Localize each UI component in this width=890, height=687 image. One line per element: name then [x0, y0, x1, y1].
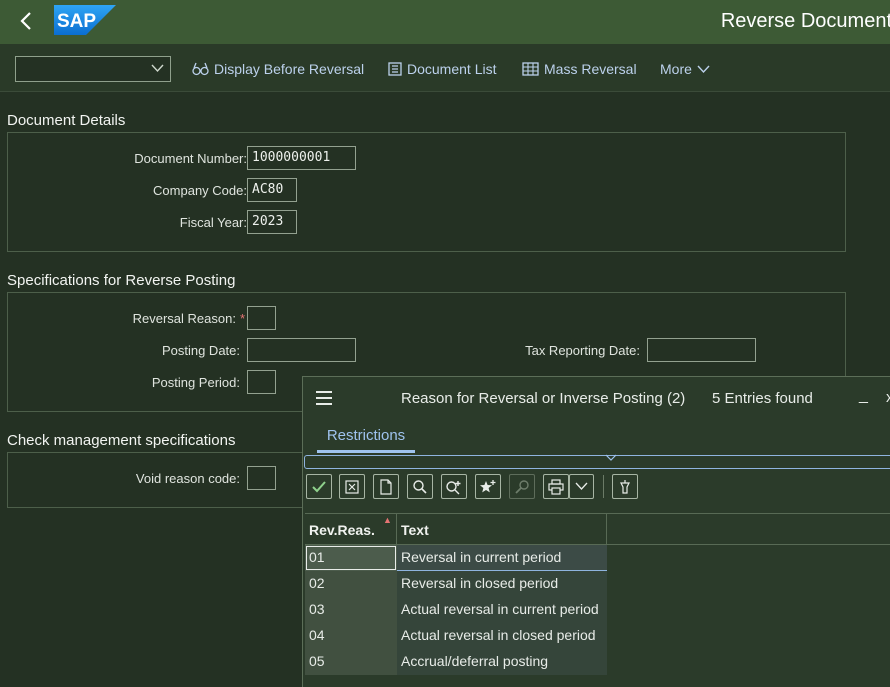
reversal-reason-label: Reversal Reason: * — [132, 311, 245, 326]
print-menu-button[interactable] — [569, 474, 594, 499]
mass-reversal-label: Mass Reversal — [544, 61, 637, 77]
favorites-button[interactable] — [475, 474, 501, 499]
row-code: 04 — [305, 623, 397, 649]
posting-date-field[interactable] — [247, 338, 356, 362]
dialog-title: Reason for Reversal or Inverse Posting (… — [401, 390, 686, 407]
back-arrow-icon — [20, 12, 31, 30]
row-text: Accrual/deferral posting — [397, 649, 607, 675]
filter-button[interactable] — [612, 474, 638, 499]
shell-bar: SAP Reverse Document — [0, 0, 890, 44]
fiscal-year-field[interactable]: 2023 — [247, 210, 297, 234]
void-reason-label: Void reason code: — [135, 471, 240, 486]
application-toolbar: Display Before Reversal Document List Ma… — [0, 44, 890, 92]
print-button[interactable] — [543, 474, 569, 499]
table-row[interactable]: 04 Actual reversal in closed period — [305, 623, 607, 649]
restrictions-collapse-bar[interactable] — [304, 453, 890, 469]
star-plus-icon — [480, 479, 496, 492]
fiscal-year-label: Fiscal Year: — [179, 215, 247, 230]
posting-date-label: Posting Date: — [161, 343, 240, 358]
command-field-select[interactable] — [15, 56, 171, 82]
row-code: 01 — [305, 545, 397, 571]
document-details-group: Document Number: 1000000001 Company Code… — [7, 132, 846, 252]
display-before-reversal-label: Display Before Reversal — [214, 61, 365, 77]
chevron-down-icon — [605, 453, 617, 465]
svg-text:SAP: SAP — [57, 11, 96, 32]
table-header: Rev.Reas. ▲ Text — [305, 513, 890, 545]
tab-restrictions[interactable]: Restrictions — [317, 427, 415, 453]
chevron-down-icon — [697, 65, 710, 74]
search-icon — [413, 479, 427, 494]
mass-reversal-icon — [522, 62, 539, 76]
void-reason-field[interactable] — [247, 466, 276, 490]
new-entry-button[interactable] — [373, 474, 399, 499]
row-text: Actual reversal in closed period — [397, 623, 607, 649]
close-button[interactable]: x — [886, 389, 890, 406]
table-row[interactable]: 05 Accrual/deferral posting — [305, 649, 607, 675]
row-code: 03 — [305, 597, 397, 623]
search-plus-icon — [446, 480, 461, 494]
document-list-icon — [388, 62, 402, 76]
sort-ascending-icon: ▲ — [383, 515, 392, 525]
sap-logo: SAP — [54, 5, 116, 35]
find-next-button[interactable] — [441, 474, 467, 499]
minimize-button[interactable]: _ — [859, 387, 868, 405]
dialog-header: Reason for Reversal or Inverse Posting (… — [303, 377, 890, 419]
value-help-dialog: Reason for Reversal or Inverse Posting (… — [302, 376, 890, 687]
row-text: Reversal in current period — [397, 545, 607, 571]
personalize-button[interactable] — [509, 474, 535, 499]
reverse-posting-title: Specifications for Reverse Posting — [7, 272, 236, 289]
table-row[interactable]: 02 Reversal in closed period — [305, 571, 607, 597]
entries-found-count: 5 Entries found — [712, 390, 813, 407]
document-list-button[interactable]: Document List — [388, 59, 496, 79]
row-code: 05 — [305, 649, 397, 675]
required-indicator: * — [239, 311, 245, 326]
row-code: 02 — [305, 571, 397, 597]
check-management-title: Check management specifications — [7, 432, 236, 449]
document-icon — [380, 478, 392, 495]
display-before-reversal-button[interactable]: Display Before Reversal — [192, 59, 364, 79]
tax-reporting-date-label: Tax Reporting Date: — [525, 343, 640, 358]
posting-period-label: Posting Period: — [151, 375, 240, 390]
column-header-text[interactable]: Text — [397, 514, 607, 544]
table-row[interactable]: 01 Reversal in current period — [305, 545, 607, 571]
cancel-button[interactable] — [339, 474, 365, 499]
row-text: Reversal in closed period — [397, 571, 607, 597]
column-header-code[interactable]: Rev.Reas. ▲ — [305, 514, 397, 544]
find-button[interactable] — [407, 474, 433, 499]
tax-reporting-date-field[interactable] — [647, 338, 756, 362]
table-row[interactable]: 03 Actual reversal in current period — [305, 597, 607, 623]
more-label: More — [660, 61, 692, 77]
row-text: Actual reversal in current period — [397, 597, 607, 623]
company-code-label: Company Code: — [153, 183, 247, 198]
document-number-field[interactable]: 1000000001 — [247, 146, 356, 170]
reversal-reason-field[interactable] — [247, 306, 276, 330]
cancel-icon — [345, 479, 359, 494]
more-button[interactable]: More — [660, 59, 710, 79]
chevron-down-icon — [151, 60, 164, 79]
confirm-button[interactable] — [306, 474, 332, 499]
checkmark-icon — [312, 480, 326, 492]
toolbar-separator — [603, 475, 604, 498]
glasses-icon — [192, 62, 209, 76]
print-icon — [548, 478, 564, 495]
document-list-label: Document List — [407, 61, 497, 77]
document-details-title: Document Details — [7, 112, 126, 129]
company-code-field[interactable]: AC80 — [247, 178, 297, 202]
filter-icon — [620, 479, 630, 494]
posting-period-field[interactable] — [247, 370, 276, 394]
document-number-label: Document Number: — [134, 151, 247, 166]
page-title: Reverse Document — [720, 10, 890, 32]
personalize-icon — [515, 479, 529, 494]
back-button[interactable] — [10, 6, 42, 36]
mass-reversal-button[interactable]: Mass Reversal — [522, 59, 637, 79]
chevron-down-icon — [575, 482, 588, 490]
hamburger-menu-icon[interactable] — [316, 391, 332, 405]
